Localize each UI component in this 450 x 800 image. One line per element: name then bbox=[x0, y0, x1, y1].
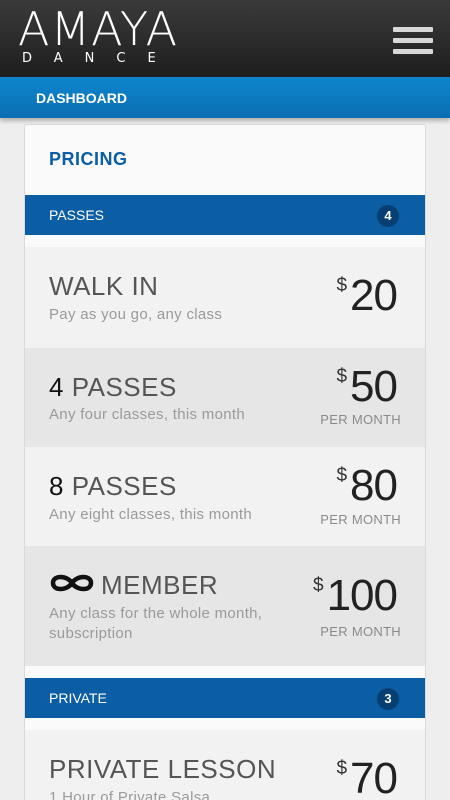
plan-price: $100 bbox=[313, 571, 398, 621]
top-bar: AMAYA DANCE bbox=[0, 0, 450, 77]
plan-description: Pay as you go, any class bbox=[49, 306, 223, 323]
plan-name: 4 PASSES bbox=[49, 372, 177, 403]
logo-main-text: AMAYA bbox=[18, 2, 179, 56]
plan-name-text: PASSES bbox=[71, 372, 177, 402]
logo-sub-text: DANCE bbox=[22, 51, 178, 66]
price-row-walk-in[interactable]: WALK IN Pay as you go, any class $20 bbox=[25, 247, 425, 348]
section-header-passes[interactable]: PASSES 4 bbox=[25, 195, 425, 235]
dashboard-link[interactable]: DASHBOARD bbox=[36, 90, 127, 106]
plan-name-number: 8 bbox=[49, 471, 64, 501]
price-amount: 80 bbox=[350, 461, 398, 510]
plan-name: WALK IN bbox=[49, 271, 158, 302]
infinity-icon bbox=[49, 570, 95, 601]
currency-symbol: $ bbox=[336, 275, 348, 296]
plan-name: 8 PASSES bbox=[49, 471, 177, 502]
section-header-private[interactable]: PRIVATE 3 bbox=[25, 678, 425, 718]
plan-description: Any eight classes, this month bbox=[49, 506, 252, 523]
currency-symbol: $ bbox=[313, 575, 324, 596]
plan-description: 1 Hour of Private Salsa bbox=[49, 789, 211, 800]
pricing-card: PRICING PASSES 4 WALK IN Pay as you go, … bbox=[24, 124, 426, 800]
currency-symbol: $ bbox=[336, 465, 348, 486]
plan-name-number: 4 bbox=[49, 372, 64, 402]
plan-name-text: PRIVATE LESSON bbox=[49, 754, 277, 784]
currency-symbol: $ bbox=[336, 758, 348, 779]
section-count-badge: 4 bbox=[377, 205, 399, 227]
plan-name-text: MEMBER bbox=[101, 570, 219, 600]
plan-name-text: WALK IN bbox=[49, 271, 159, 301]
plan-price: $20 bbox=[336, 271, 398, 321]
amaya-dance-logo[interactable]: AMAYA DANCE bbox=[18, 4, 208, 66]
section-label: PASSES bbox=[49, 207, 104, 223]
pricing-title: PRICING bbox=[49, 149, 128, 169]
plan-price: $50 bbox=[336, 362, 398, 412]
plan-name: PRIVATE LESSON bbox=[49, 754, 276, 785]
section-label: PRIVATE bbox=[49, 690, 107, 706]
plan-price: $80 bbox=[336, 461, 398, 511]
plan-name-text: PASSES bbox=[71, 471, 177, 501]
section-count-badge: 3 bbox=[377, 688, 399, 710]
plan-price: $70 bbox=[336, 754, 398, 800]
hamburger-menu-icon[interactable] bbox=[393, 27, 433, 55]
price-amount: 50 bbox=[350, 362, 398, 411]
per-month-label: PER MONTH bbox=[320, 512, 401, 527]
plan-description: Any four classes, this month bbox=[49, 406, 245, 423]
plan-description: Any class for the whole month, subscript… bbox=[49, 605, 263, 642]
price-row-private-lesson[interactable]: PRIVATE LESSON 1 Hour of Private Salsa $… bbox=[25, 730, 425, 800]
currency-symbol: $ bbox=[336, 366, 348, 387]
price-row-member[interactable]: MEMBER Any class for the whole month, su… bbox=[25, 546, 425, 666]
price-amount: 20 bbox=[350, 271, 398, 320]
price-amount: 70 bbox=[350, 754, 398, 800]
per-month-label: PER MONTH bbox=[320, 412, 401, 427]
nav-bar: DASHBOARD bbox=[0, 77, 450, 118]
price-row-4-passes[interactable]: 4 PASSES Any four classes, this month $5… bbox=[25, 348, 425, 447]
plan-name: MEMBER bbox=[49, 570, 218, 603]
per-month-label: PER MONTH bbox=[320, 624, 401, 639]
price-amount: 100 bbox=[326, 571, 398, 620]
price-row-8-passes[interactable]: 8 PASSES Any eight classes, this month $… bbox=[25, 447, 425, 546]
